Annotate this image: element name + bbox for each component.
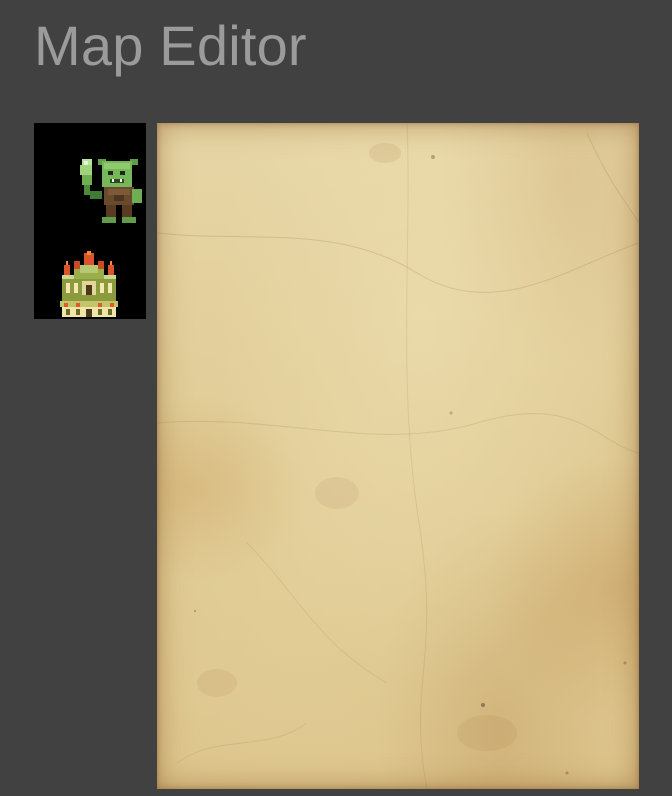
tile-palette	[34, 123, 146, 319]
castle-tile[interactable]	[58, 251, 120, 321]
goblin-sprite-icon	[80, 159, 142, 223]
page-title: Map Editor	[34, 14, 307, 77]
castle-sprite-icon	[60, 251, 118, 317]
goblin-tile[interactable]	[74, 149, 146, 233]
map-editor-page: { "page": { "title": "Map Editor" }, "pa…	[0, 0, 672, 796]
map-canvas[interactable]	[157, 123, 639, 789]
parchment-texture	[157, 123, 639, 789]
